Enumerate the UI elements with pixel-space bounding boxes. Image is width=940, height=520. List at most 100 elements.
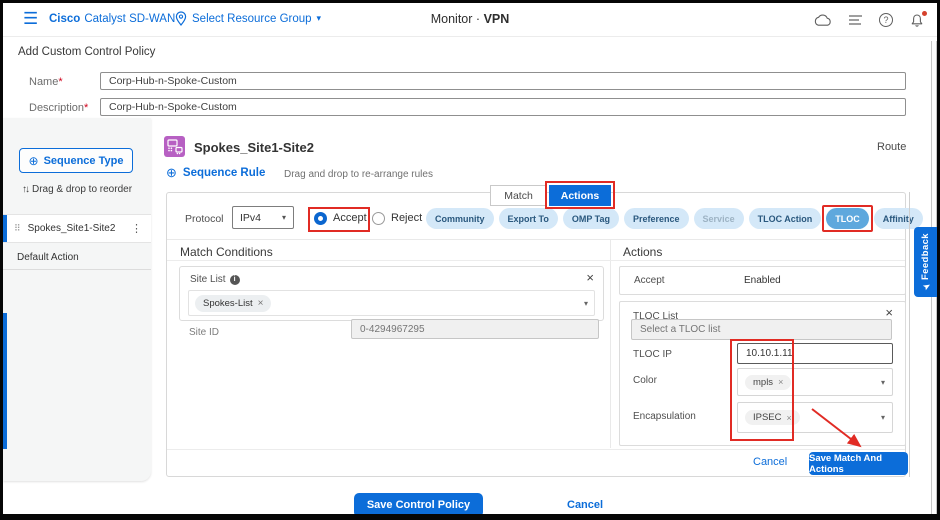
task-list-icon[interactable] <box>849 14 863 26</box>
accept-radio[interactable] <box>314 212 327 225</box>
sidebar-item-sequence[interactable]: ⠿ Spokes_Site1-Site2 ⋮ <box>3 214 151 243</box>
resource-group-label: Select Resource Group <box>192 13 312 25</box>
brand-logo: Cisco Catalyst SD-WAN <box>49 13 175 25</box>
name-field[interactable] <box>100 72 906 90</box>
kebab-menu-icon[interactable]: ⋮ <box>131 222 142 235</box>
chip-omp-tag[interactable]: OMP Tag <box>563 208 619 229</box>
header-icon-group: ? <box>813 3 925 37</box>
color-select[interactable]: mpls × ▾ <box>737 368 893 396</box>
brand-primary: Cisco <box>49 13 80 25</box>
chip-preference[interactable]: Preference <box>624 208 689 229</box>
context-separator: · <box>476 12 480 26</box>
reorder-hint: ↑↓Drag & drop to reorder <box>3 184 151 195</box>
cursor-icon <box>921 282 930 291</box>
page-context-title: Monitor · VPN <box>431 12 510 26</box>
save-match-actions-button[interactable]: Save Match And Actions <box>809 452 908 475</box>
tloc-ip-field[interactable] <box>737 343 893 364</box>
tab-actions[interactable]: Actions <box>549 185 611 206</box>
site-id-label: Site ID <box>189 327 219 338</box>
encapsulation-label: Encapsulation <box>633 411 696 422</box>
sequence-sidebar: ⊕ Sequence Type ↑↓Drag & drop to reorder… <box>3 118 151 481</box>
app-header: ☰ Cisco Catalyst SD-WAN Select Resource G… <box>3 3 937 37</box>
plus-circle-icon: ⊕ <box>29 154 39 168</box>
encapsulation-select[interactable]: IPSEC × ▾ <box>737 402 893 433</box>
column-title-divider <box>167 260 905 261</box>
protocol-value: IPv4 <box>240 212 261 224</box>
chip-remove-icon[interactable]: × <box>778 377 783 387</box>
chip-export-to[interactable]: Export To <box>499 208 558 229</box>
site-list-label: Site List i <box>190 274 240 285</box>
rule-cancel-button[interactable]: Cancel <box>753 456 787 468</box>
context-monitor: Monitor <box>431 12 473 26</box>
color-selected-chip: mpls × <box>745 375 791 390</box>
chevron-down-icon: ▾ <box>584 299 588 308</box>
protocol-select[interactable]: IPv4 ▾ <box>232 206 294 229</box>
help-icon[interactable]: ? <box>879 13 893 27</box>
name-label: Name* <box>29 76 63 88</box>
column-divider <box>610 240 611 448</box>
hamburger-menu-icon[interactable]: ☰ <box>23 9 38 29</box>
notifications-bell-icon[interactable] <box>909 13 925 28</box>
site-id-field <box>351 319 599 339</box>
sequence-item-label: Spokes_Site1-Site2 <box>28 223 131 234</box>
encapsulation-selected-chip: IPSEC × <box>745 410 800 425</box>
close-icon[interactable]: × <box>586 271 594 284</box>
location-pin-icon <box>175 11 187 26</box>
default-action-item[interactable]: Default Action <box>17 252 79 263</box>
chevron-down-icon: ▾ <box>881 378 885 387</box>
accept-key: Accept <box>634 275 665 286</box>
left-scrollbar-thumb[interactable] <box>3 313 7 449</box>
active-indicator <box>3 215 7 242</box>
add-sequence-rule-button[interactable]: ⊕ Sequence Rule <box>166 165 265 181</box>
sequence-title: Spokes_Site1-Site2 <box>194 140 314 155</box>
reorder-arrows-icon: ↑↓ <box>22 184 28 195</box>
chip-remove-icon[interactable]: × <box>787 413 792 423</box>
description-label: Description* <box>29 102 88 114</box>
feedback-tab[interactable]: Feedback <box>914 227 937 297</box>
site-list-panel: Site List i × Spokes-List × ▾ <box>179 266 604 321</box>
panel-scrollbar[interactable] <box>909 192 910 477</box>
tloc-ip-label: TLOC IP <box>633 349 672 360</box>
match-conditions-title: Match Conditions <box>180 245 273 259</box>
tab-match[interactable]: Match <box>490 185 547 206</box>
chip-remove-icon[interactable]: × <box>258 298 264 309</box>
context-vpn: VPN <box>484 12 510 26</box>
chip-tloc-action[interactable]: TLOC Action <box>749 208 822 229</box>
site-list-selected-chip: Spokes-List × <box>195 295 271 312</box>
chevron-down-icon: ▾ <box>317 13 322 24</box>
sequence-type-button[interactable]: ⊕ Sequence Type <box>19 148 133 173</box>
chip-affinity[interactable]: Affinity <box>874 208 923 229</box>
drag-handle-icon[interactable]: ⠿ <box>14 223 21 234</box>
accept-value: Enabled <box>744 275 781 286</box>
accept-radio-label[interactable]: Accept <box>333 212 367 224</box>
color-label: Color <box>633 375 657 386</box>
save-control-policy-button[interactable]: Save Control Policy <box>354 493 483 517</box>
rearrange-hint: Drag and drop to re-arrange rules <box>284 169 433 180</box>
reject-radio-label[interactable]: Reject <box>391 212 422 224</box>
sidebar-divider <box>3 269 151 270</box>
reject-radio[interactable] <box>372 212 385 225</box>
info-icon[interactable]: i <box>230 275 240 285</box>
policy-cancel-button[interactable]: Cancel <box>567 499 603 511</box>
accept-status-panel: Accept Enabled <box>619 266 906 295</box>
close-icon[interactable]: × <box>885 306 893 319</box>
description-field[interactable] <box>100 98 906 116</box>
actions-title: Actions <box>623 245 662 259</box>
rule-footer-divider <box>167 449 905 450</box>
tloc-list-select <box>631 319 892 340</box>
action-chip-row: Community Export To OMP Tag Preference S… <box>426 208 923 229</box>
app-window: ☰ Cisco Catalyst SD-WAN Select Resource G… <box>0 0 940 520</box>
cloud-icon[interactable] <box>813 13 833 27</box>
protocol-label: Protocol <box>185 213 224 225</box>
brand-secondary: Catalyst SD-WAN <box>84 13 175 25</box>
route-label: Route <box>877 141 906 153</box>
card-divider <box>167 239 905 240</box>
site-list-multiselect[interactable]: Spokes-List × ▾ <box>188 290 595 316</box>
chip-community[interactable]: Community <box>426 208 494 229</box>
chip-service: Service <box>694 208 744 229</box>
sequence-type-icon <box>164 136 185 162</box>
chip-tloc[interactable]: TLOC <box>826 208 869 229</box>
plus-circle-icon: ⊕ <box>166 165 177 181</box>
notification-badge <box>922 11 927 16</box>
resource-group-dropdown[interactable]: Select Resource Group ▾ <box>175 11 321 26</box>
